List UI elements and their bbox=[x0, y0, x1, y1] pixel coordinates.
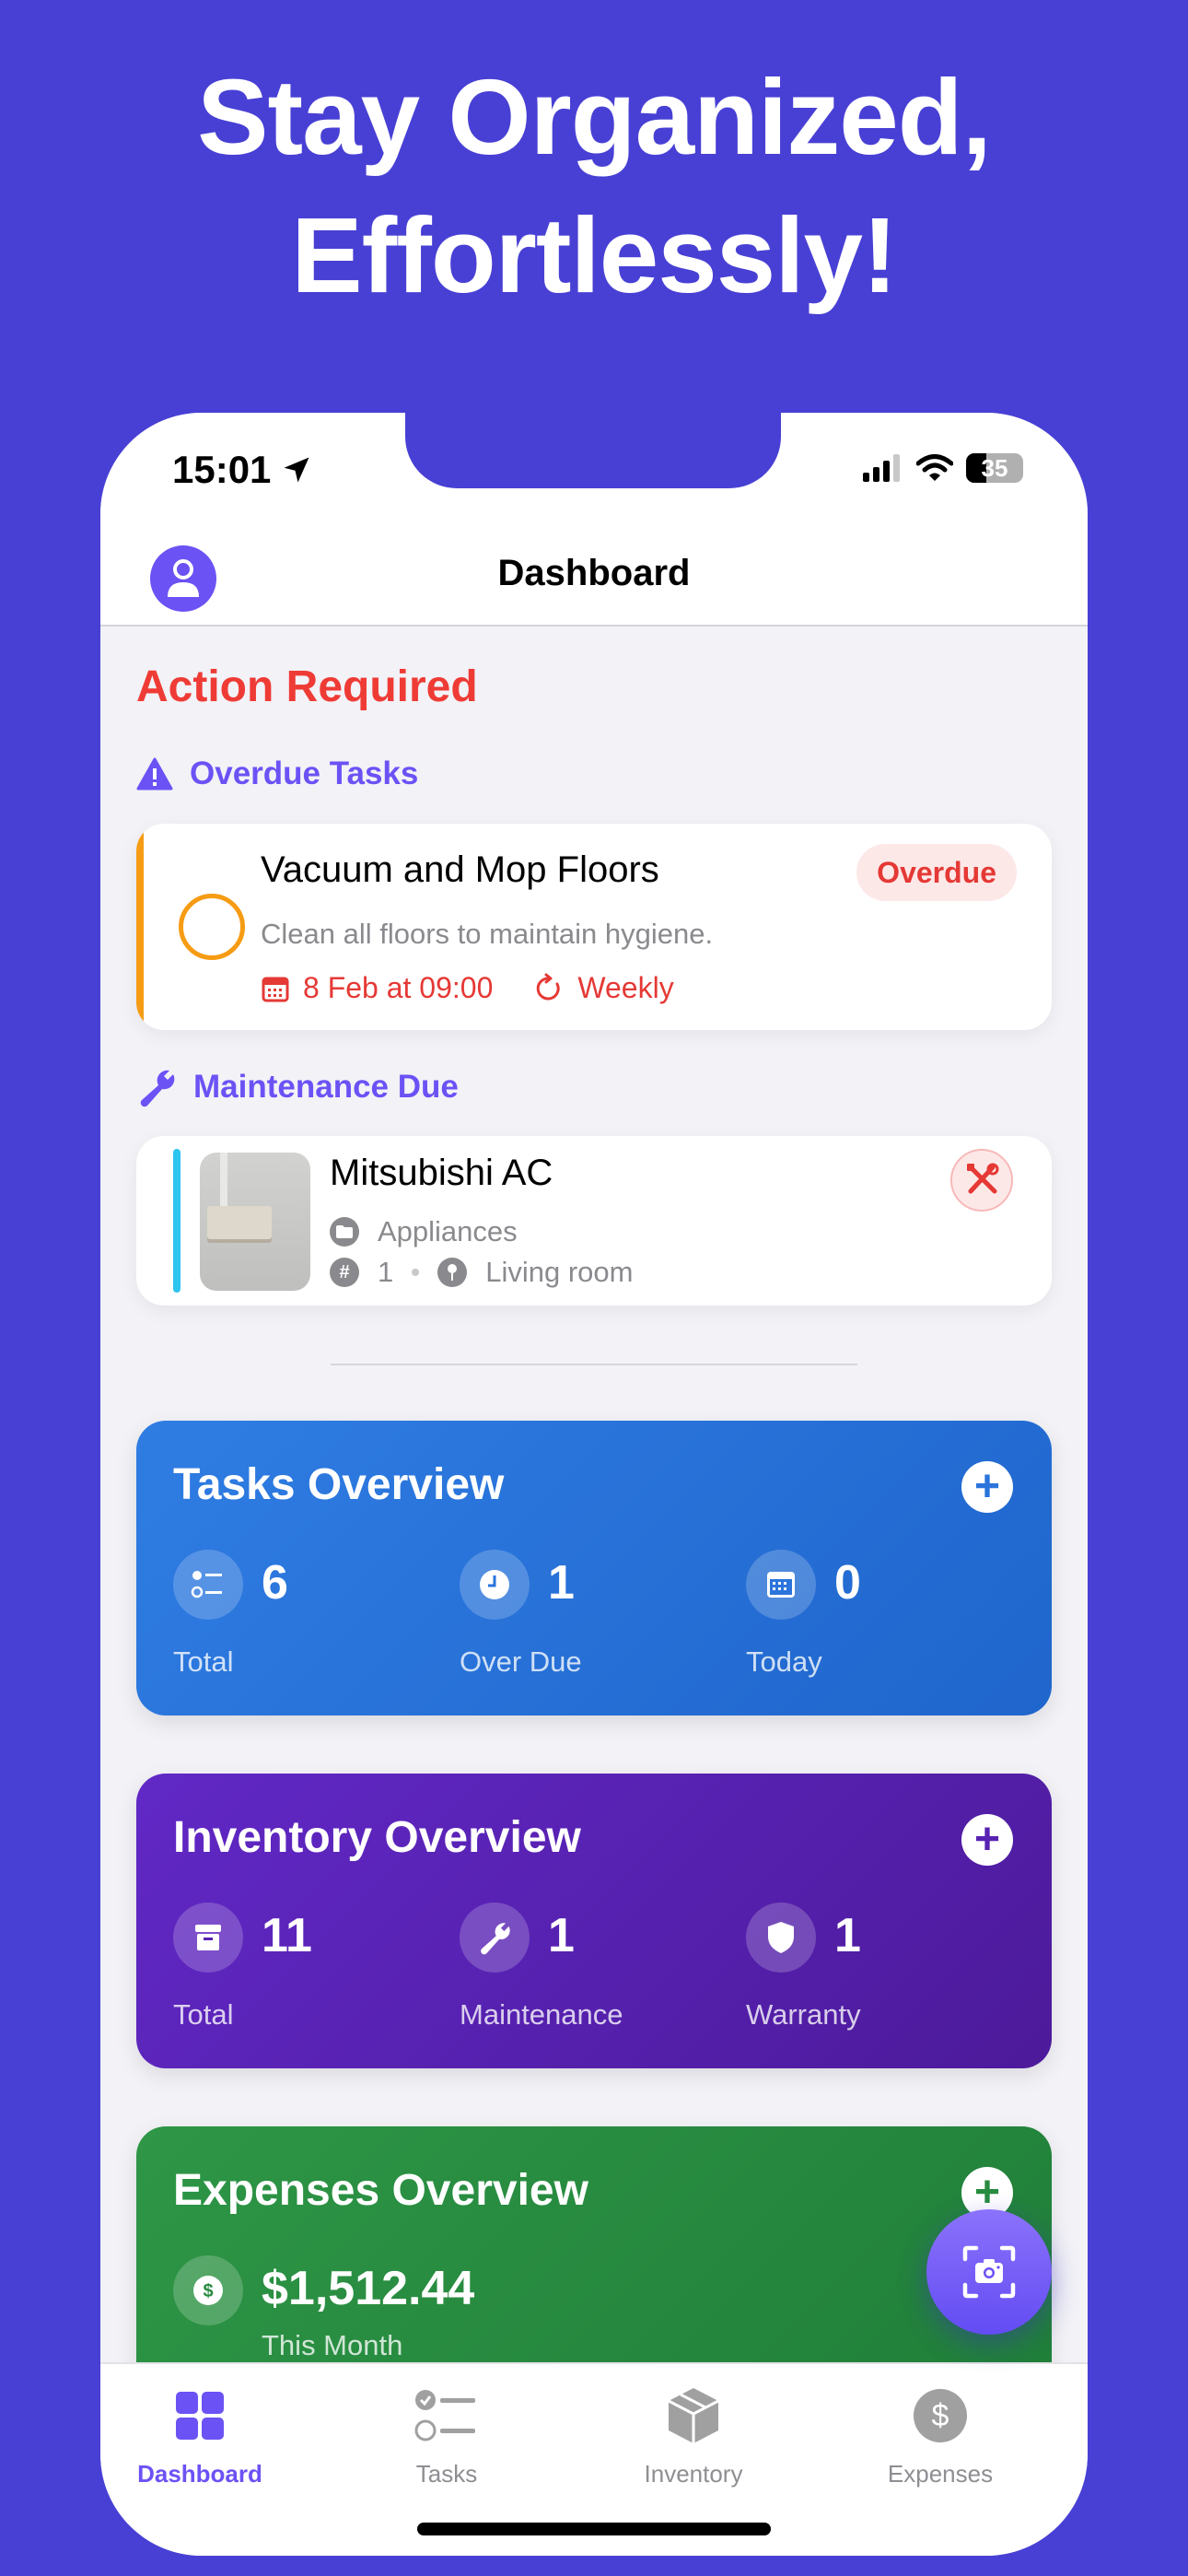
tab-tasks-label: Tasks bbox=[415, 2460, 478, 2488]
add-inventory-button[interactable]: + bbox=[961, 1814, 1013, 1866]
cube-box-icon bbox=[668, 2388, 719, 2443]
warning-triangle-icon bbox=[136, 757, 173, 790]
overdue-accent-bar bbox=[136, 824, 144, 1030]
total-inventory-label: Total bbox=[173, 1998, 234, 2031]
today-tasks-value: 0 bbox=[834, 1556, 861, 1610]
tab-inventory-label: Inventory bbox=[644, 2460, 743, 2488]
dollar-circle-icon: $ bbox=[914, 2389, 967, 2442]
overdue-tasks-label: Overdue Tasks bbox=[190, 755, 419, 791]
tab-inventory[interactable]: Inventory bbox=[592, 2383, 795, 2488]
location-pin-icon bbox=[437, 1258, 468, 1287]
item-category: Appliances bbox=[378, 1215, 518, 1247]
expenses-overview-title: Expenses Overview bbox=[173, 2166, 588, 2215]
total-inventory-value: 11 bbox=[262, 1909, 312, 1962]
svg-text:$: $ bbox=[203, 2281, 213, 2301]
expenses-period: This Month bbox=[262, 2329, 403, 2361]
item-location: Living room bbox=[485, 1256, 634, 1288]
tab-dashboard-label: Dashboard bbox=[137, 2460, 262, 2488]
maintenance-item-card[interactable]: Mitsubishi AC Appliances # 1 Living room bbox=[136, 1136, 1052, 1306]
grid-icon bbox=[176, 2392, 224, 2440]
maintenance-inventory-label: Maintenance bbox=[460, 1998, 623, 2031]
battery-percent: 35 bbox=[981, 453, 1008, 482]
action-required-heading: Action Required bbox=[136, 662, 478, 711]
task-meta: 8 Feb at 09:00 Weekly bbox=[261, 971, 674, 1005]
task-complete-checkbox[interactable] bbox=[179, 894, 245, 960]
checklist-icon bbox=[173, 1550, 243, 1620]
overdue-tasks-value: 1 bbox=[548, 1556, 575, 1610]
repeat-icon bbox=[537, 973, 561, 1000]
shield-icon bbox=[746, 1903, 816, 1973]
overdue-task-card[interactable]: Vacuum and Mop Floors Clean all floors t… bbox=[136, 824, 1052, 1030]
tools-icon bbox=[967, 1163, 999, 1194]
warranty-inventory-label: Warranty bbox=[746, 1998, 861, 2031]
overdue-status-badge: Overdue bbox=[856, 844, 1017, 901]
folder-icon bbox=[330, 1217, 359, 1247]
status-icons: 35 bbox=[863, 453, 1023, 483]
task-description: Clean all floors to maintain hygiene. bbox=[261, 918, 714, 950]
wrench-icon bbox=[460, 1903, 530, 1973]
device-notch bbox=[405, 413, 781, 488]
tasks-overview-card[interactable]: Tasks Overview + 6 Total 1 Over Due 0 To… bbox=[136, 1421, 1052, 1715]
phone-screen: 15:01 35 Dashboard Action Required Overd… bbox=[100, 413, 1088, 2556]
task-due-date: 8 Feb at 09:00 bbox=[303, 971, 494, 1004]
task-recurrence: Weekly bbox=[577, 971, 674, 1004]
scan-receipt-button[interactable] bbox=[926, 2209, 1052, 2335]
maintenance-due-label: Maintenance Due bbox=[193, 1069, 459, 1105]
tab-tasks[interactable]: Tasks bbox=[345, 2383, 548, 2488]
dollar-circle-icon: $ bbox=[173, 2255, 243, 2325]
number-icon: # bbox=[330, 1258, 359, 1287]
headline-line-2: Effortlessly! bbox=[291, 195, 897, 315]
maintenance-accent-bar bbox=[173, 1149, 181, 1293]
total-tasks-label: Total bbox=[173, 1645, 234, 1678]
tab-dashboard[interactable]: Dashboard bbox=[100, 2383, 301, 2488]
headline-line-1: Stay Organized, bbox=[197, 57, 992, 177]
item-details-row: # 1 Living room bbox=[330, 1256, 634, 1289]
checklist-icon bbox=[414, 2390, 475, 2441]
calendar-icon bbox=[746, 1550, 816, 1620]
overdue-tasks-heading: Overdue Tasks bbox=[136, 755, 418, 792]
item-category-row: Appliances bbox=[330, 1215, 518, 1248]
wifi-icon bbox=[916, 454, 953, 481]
camera-viewfinder-icon bbox=[962, 2245, 1016, 2299]
page-title: Dashboard bbox=[497, 553, 691, 593]
maintenance-due-heading: Maintenance Due bbox=[136, 1067, 459, 1107]
archive-box-icon bbox=[173, 1903, 243, 1973]
status-time: 15:01 bbox=[172, 448, 313, 492]
maintenance-tools-button[interactable] bbox=[950, 1149, 1013, 1212]
inventory-overview-card[interactable]: Inventory Overview + 11 Total 1 Maintena… bbox=[136, 1774, 1052, 2068]
inventory-overview-title: Inventory Overview bbox=[173, 1813, 581, 1862]
task-title: Vacuum and Mop Floors bbox=[261, 849, 659, 890]
navigation-bar: Dashboard bbox=[100, 533, 1088, 626]
tab-expenses-label: Expenses bbox=[887, 2460, 994, 2488]
promo-headline: Stay Organized, Effortlessly! bbox=[0, 48, 1188, 324]
wrench-icon bbox=[140, 1070, 175, 1107]
maintenance-inventory-value: 1 bbox=[548, 1909, 575, 1962]
total-tasks-value: 6 bbox=[262, 1556, 288, 1610]
item-quantity: 1 bbox=[378, 1256, 394, 1288]
overdue-tasks-label: Over Due bbox=[460, 1645, 582, 1678]
home-indicator[interactable] bbox=[417, 2523, 771, 2535]
add-task-button[interactable]: + bbox=[961, 1461, 1013, 1513]
location-arrow-icon bbox=[284, 457, 309, 483]
calendar-icon bbox=[262, 977, 289, 1001]
time-text: 15:01 bbox=[172, 448, 272, 491]
tab-bar: Dashboard Tasks Inventory $ Expenses bbox=[100, 2362, 1088, 2556]
separator-dot bbox=[412, 1269, 420, 1276]
item-photo bbox=[200, 1153, 310, 1291]
section-divider bbox=[331, 1364, 857, 1365]
tasks-overview-title: Tasks Overview bbox=[173, 1460, 505, 1509]
cellular-signal-icon bbox=[863, 454, 900, 482]
warranty-inventory-value: 1 bbox=[834, 1909, 861, 1962]
expenses-amount: $1,512.44 bbox=[262, 2262, 475, 2315]
battery-icon: 35 bbox=[966, 453, 1023, 483]
svg-text:$: $ bbox=[932, 2398, 949, 2433]
today-tasks-label: Today bbox=[746, 1645, 822, 1678]
clock-icon bbox=[460, 1550, 530, 1620]
tab-expenses[interactable]: $ Expenses bbox=[839, 2383, 1042, 2488]
item-name: Mitsubishi AC bbox=[330, 1153, 553, 1193]
